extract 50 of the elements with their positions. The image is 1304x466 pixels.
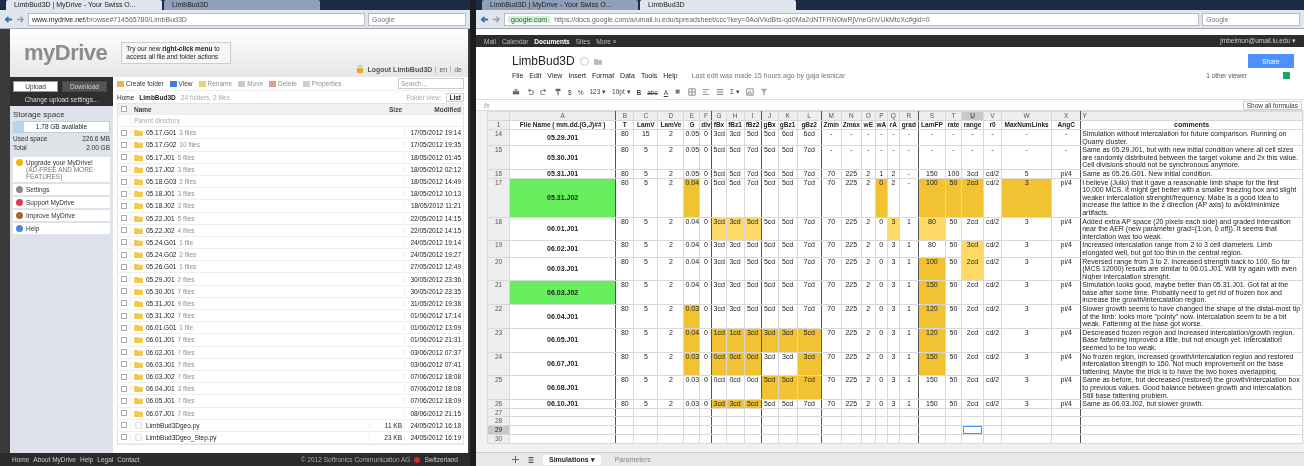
redo-icon[interactable] <box>540 88 548 96</box>
storage-title: Storage space <box>13 110 66 119</box>
sheet-list-icon[interactable] <box>527 455 535 464</box>
checkbox[interactable] <box>121 263 127 270</box>
borders-icon[interactable] <box>688 88 697 96</box>
checkbox[interactable] <box>121 276 127 283</box>
checkbox[interactable] <box>121 178 127 185</box>
checkbox[interactable] <box>121 373 127 380</box>
lock-icon <box>356 65 365 73</box>
checkbox[interactable] <box>121 190 127 197</box>
checkbox[interactable] <box>121 361 127 368</box>
wrap-icon[interactable] <box>716 88 725 96</box>
checkbox[interactable] <box>121 422 127 429</box>
checkbox[interactable] <box>121 385 127 392</box>
print-icon[interactable] <box>512 88 520 96</box>
chart-icon[interactable] <box>745 88 754 96</box>
checkbox[interactable] <box>121 129 127 136</box>
checkbox[interactable] <box>121 141 127 148</box>
forward-icon[interactable] <box>492 14 501 24</box>
checkbox[interactable] <box>121 215 127 222</box>
forward-icon[interactable] <box>16 14 25 24</box>
checkbox[interactable] <box>121 106 127 112</box>
checkbox[interactable] <box>121 336 127 343</box>
checkbox[interactable] <box>121 324 127 331</box>
checkbox[interactable] <box>121 397 127 404</box>
checkbox[interactable] <box>121 288 127 295</box>
checkbox[interactable] <box>121 300 127 307</box>
document-title[interactable]: LimbBud3D <box>512 54 575 68</box>
viewer-icon <box>1283 71 1290 79</box>
checkbox[interactable] <box>121 239 127 246</box>
add-sheet-icon[interactable] <box>512 456 519 463</box>
back-icon[interactable] <box>4 14 13 24</box>
checkbox[interactable] <box>121 154 127 161</box>
fill-color-icon[interactable] <box>674 88 683 96</box>
checkbox[interactable] <box>121 349 127 356</box>
folder-icon[interactable] <box>593 57 602 65</box>
cell-cursor <box>962 426 982 434</box>
checkbox[interactable] <box>121 434 127 441</box>
back-icon[interactable] <box>480 14 489 24</box>
checkbox[interactable] <box>121 410 127 417</box>
logo: myDrive <box>24 40 108 66</box>
paint-format-icon[interactable] <box>554 88 562 96</box>
checkbox[interactable] <box>121 202 127 209</box>
align-icon[interactable] <box>702 88 711 96</box>
filter-icon[interactable] <box>759 88 768 96</box>
undo-icon[interactable] <box>526 88 534 96</box>
checkbox[interactable] <box>121 227 127 234</box>
checkbox[interactable] <box>121 166 127 173</box>
checkbox[interactable] <box>121 251 127 258</box>
checkbox[interactable] <box>121 312 127 319</box>
